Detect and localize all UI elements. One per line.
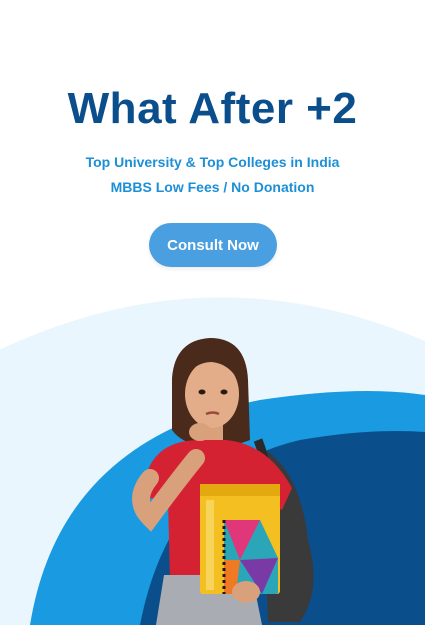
hero-illustration — [0, 297, 425, 625]
